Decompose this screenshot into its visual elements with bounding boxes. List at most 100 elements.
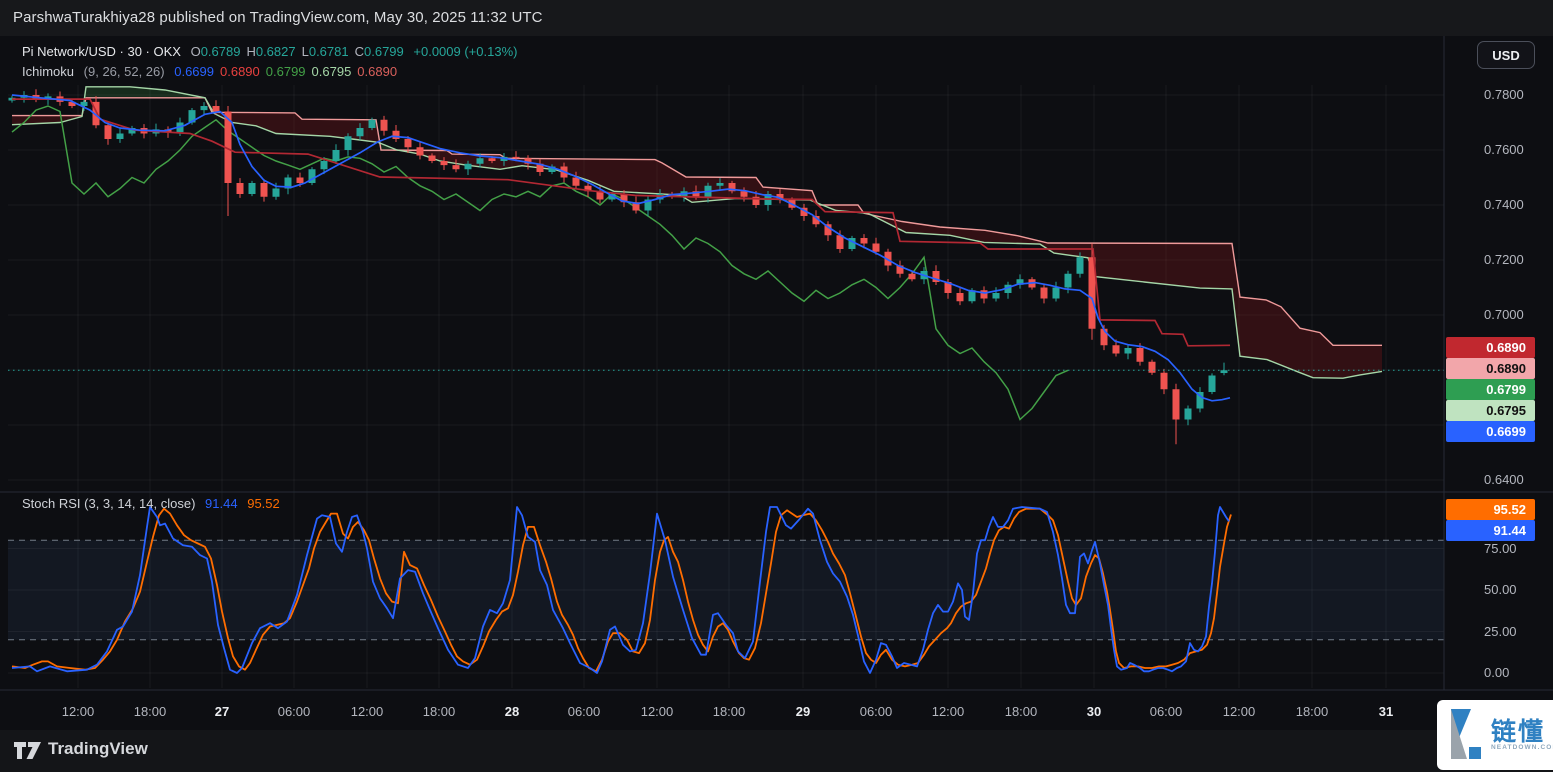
currency-toggle-button[interactable]: USD	[1477, 41, 1535, 69]
candle-body	[248, 183, 256, 194]
kijun-line	[12, 98, 1231, 347]
candle-body	[1040, 287, 1048, 299]
candle-body	[1052, 287, 1060, 299]
time-tick-label: 12:00	[61, 704, 95, 719]
time-tick-label: 12:00	[350, 704, 384, 719]
price-tick-label: 0.7400	[1484, 197, 1524, 212]
time-tick-label: 06:00	[859, 704, 893, 719]
time-tick-label: 28	[504, 704, 520, 719]
candle-body	[428, 155, 436, 161]
stoch-k-value: 91.44	[205, 496, 238, 511]
candle-body	[1172, 389, 1180, 420]
ohlc-token: L0.6781	[301, 44, 349, 59]
stoch-badge: 95.52	[1446, 499, 1535, 520]
candle-body	[1076, 257, 1084, 274]
stoch-title: Stoch RSI (3, 3, 14, 14, close)	[22, 496, 196, 511]
candle-body	[344, 136, 352, 150]
indicator-params: (9, 26, 52, 26)	[83, 64, 165, 79]
candle-body	[1208, 375, 1216, 392]
candle-body	[380, 119, 388, 131]
chart-surface[interactable]: Pi Network/USD · 30 · OKX O0.6789 H0.6827…	[0, 36, 1553, 730]
ohlc-token: C0.6799	[354, 44, 404, 59]
candle-body	[1064, 273, 1072, 288]
tradingview-logo-icon[interactable]	[13, 740, 43, 764]
stoch-tick-label: 0.00	[1484, 665, 1510, 680]
candle-body	[1148, 361, 1156, 373]
candle-body	[1184, 408, 1192, 420]
watermark-brand-name: 链懂	[1491, 718, 1546, 746]
candle-body	[860, 238, 868, 244]
candle-body	[416, 147, 424, 156]
candle-body	[104, 125, 112, 139]
price-tick-label: 0.7000	[1484, 307, 1524, 322]
change-value: +0.0009 (+0.13%)	[413, 44, 518, 59]
price-tick-label: 0.7600	[1484, 142, 1524, 157]
ichimoku-legend: Ichimoku (9, 26, 52, 26) 0.6699 0.6890 0.6…	[22, 64, 403, 79]
candle-body	[332, 150, 340, 161]
time-tick-label: 12:00	[640, 704, 674, 719]
candle-body	[404, 139, 412, 148]
price-tick-label: 0.7800	[1484, 87, 1524, 102]
candle-body	[260, 183, 268, 197]
chikou-line	[11, 105, 1069, 421]
candle-body	[872, 243, 880, 252]
candle-body	[908, 273, 916, 280]
candle-body	[1160, 372, 1168, 390]
ichimoku-cloud	[84, 86, 214, 114]
time-tick-label: 29	[795, 704, 811, 719]
time-tick-label: 18:00	[1295, 704, 1329, 719]
time-tick-label: 18:00	[1004, 704, 1038, 719]
ohlc-token: H0.6827	[246, 44, 296, 59]
watermark-card[interactable]: 链懂 NEATDOWN.COM	[1437, 700, 1553, 770]
price-badge: 0.6890	[1446, 358, 1535, 379]
time-tick-label: 27	[214, 704, 230, 719]
time-tick-label: 31	[1378, 704, 1394, 719]
candle-body	[116, 133, 124, 139]
candle-body	[200, 106, 208, 111]
time-tick-label: 18:00	[712, 704, 746, 719]
price-tick-label: 0.6400	[1484, 472, 1524, 487]
chart-canvas[interactable]	[0, 36, 1553, 730]
ichimoku-value: 0.6799	[265, 64, 306, 79]
tradingview-wordmark[interactable]: TradingView	[48, 739, 148, 759]
symbol-title: Pi Network/USD · 30 · OKX	[22, 44, 181, 59]
indicator-name: Ichimoku	[22, 64, 75, 79]
time-tick-label: 06:00	[1149, 704, 1183, 719]
candle-body	[1112, 345, 1120, 354]
senkou-b-line	[12, 97, 1382, 346]
candle-body	[1136, 348, 1144, 362]
candle-body	[488, 158, 496, 161]
candle-body	[392, 130, 400, 139]
ichimoku-value: 0.6795	[311, 64, 352, 79]
candle-body	[236, 183, 244, 194]
price-badge: 0.6890	[1446, 337, 1535, 358]
candle-body	[464, 163, 472, 170]
candle-body	[320, 161, 328, 170]
candle-body	[272, 188, 280, 197]
ichimoku-values: 0.6699 0.6890 0.6799 0.6795 0.6890	[174, 64, 403, 79]
publish-text: ParshwaTurakhiya28 published on TradingV…	[13, 9, 543, 26]
stoch-d-value: 95.52	[247, 496, 280, 511]
candle-body	[296, 177, 304, 183]
candle-body	[440, 161, 448, 166]
publish-bar: ParshwaTurakhiya28 published on TradingV…	[0, 0, 1553, 37]
time-tick-label: 12:00	[1222, 704, 1256, 719]
price-tick-label: 0.7200	[1484, 252, 1524, 267]
candle-body	[572, 177, 580, 186]
time-tick-label: 18:00	[133, 704, 167, 719]
candle-body	[992, 293, 1000, 299]
candle-body	[716, 183, 724, 186]
watermark-site-url: NEATDOWN.COM	[1491, 744, 1553, 751]
candle-body	[212, 106, 220, 112]
ohlc-values: O0.6789 H0.6827 L0.6781 C0.6799	[191, 44, 410, 59]
stoch-tick-label: 50.00	[1484, 582, 1517, 597]
candle-body	[980, 290, 988, 299]
candle-body	[368, 119, 376, 128]
stoch-tick-label: 25.00	[1484, 623, 1517, 639]
candle-body	[356, 128, 364, 137]
price-badge: 0.6699	[1446, 421, 1535, 442]
candle-body	[476, 158, 484, 164]
time-tick-label: 06:00	[277, 704, 311, 719]
time-tick-label: 12:00	[931, 704, 965, 719]
candle-body	[512, 156, 520, 159]
